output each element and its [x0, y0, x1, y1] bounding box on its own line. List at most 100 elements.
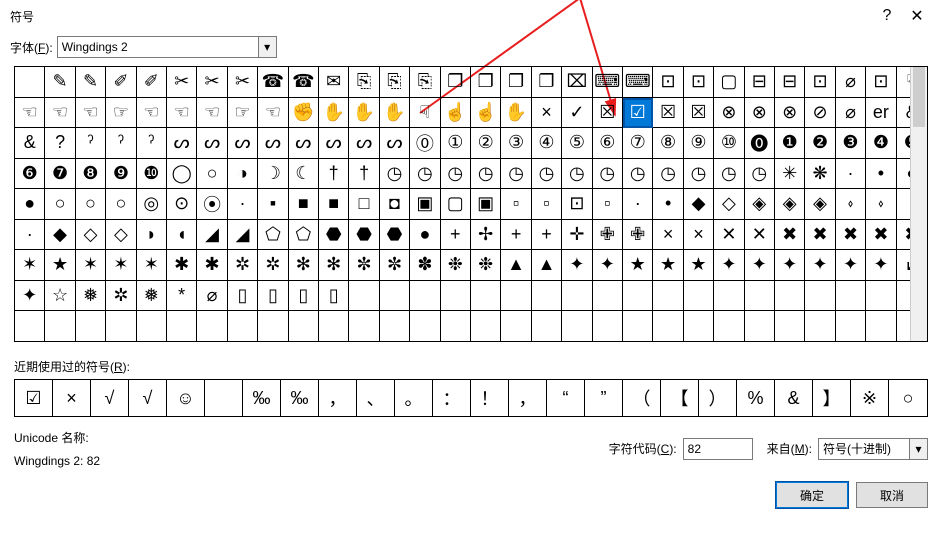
symbol-cell[interactable]: ✻ [319, 250, 349, 281]
symbol-cell[interactable]: ✐ [137, 67, 167, 98]
symbol-cell[interactable]: ✖ [805, 220, 835, 251]
symbol-cell[interactable]: ☆ [45, 281, 75, 312]
symbol-cell[interactable] [197, 311, 227, 342]
recent-symbol-cell[interactable]: & [775, 380, 813, 416]
symbol-cell[interactable]: ◷ [380, 159, 410, 190]
recent-symbol-cell[interactable]: 。 [395, 380, 433, 416]
symbol-cell[interactable]: ✲ [106, 281, 136, 312]
symbol-cell[interactable]: ✦ [775, 250, 805, 281]
symbol-cell[interactable]: ⌀ [836, 98, 866, 129]
symbol-cell[interactable]: ◷ [714, 159, 744, 190]
symbol-cell[interactable]: ◷ [684, 159, 714, 190]
symbol-cell[interactable]: ⬠ [289, 220, 319, 251]
symbol-cell[interactable]: ▣ [410, 189, 440, 220]
symbol-cell[interactable]: ⊘ [805, 98, 835, 129]
symbol-cell[interactable]: ✂ [167, 67, 197, 98]
symbol-cell[interactable] [15, 67, 45, 98]
symbol-cell[interactable]: ⓿ [745, 128, 775, 159]
symbol-cell[interactable]: ▫ [532, 189, 562, 220]
vertical-scrollbar[interactable] [910, 67, 927, 341]
symbol-cell[interactable]: ☝ [471, 98, 501, 129]
symbol-cell[interactable]: ✂ [228, 67, 258, 98]
symbol-cell[interactable] [623, 281, 653, 312]
symbol-cell[interactable]: ⎘ [349, 67, 379, 98]
symbol-cell[interactable]: ▢ [714, 67, 744, 98]
symbol-cell[interactable]: × [532, 98, 562, 129]
symbol-cell[interactable]: ? [45, 128, 75, 159]
charcode-input[interactable]: 82 [683, 438, 753, 460]
symbol-cell[interactable]: ④ [532, 128, 562, 159]
symbol-cell[interactable]: ⊗ [714, 98, 744, 129]
symbol-cell[interactable]: ☒ [653, 98, 683, 129]
symbol-cell[interactable]: ✱ [197, 250, 227, 281]
symbol-cell[interactable] [501, 281, 531, 312]
symbol-cell[interactable] [866, 311, 896, 342]
symbol-cell[interactable]: ◷ [410, 159, 440, 190]
symbol-cell[interactable]: ◈ [805, 189, 835, 220]
symbol-cell[interactable] [562, 281, 592, 312]
symbol-cell[interactable]: ⊡ [562, 189, 592, 220]
symbol-cell[interactable]: ᔕ [380, 128, 410, 159]
symbol-cell[interactable]: ◇ [76, 220, 106, 251]
recent-symbol-cell[interactable]: ‰ [281, 380, 319, 416]
symbol-cell[interactable]: ▪ [258, 189, 288, 220]
symbol-cell[interactable]: ✽ [410, 250, 440, 281]
symbol-cell[interactable]: □ [349, 189, 379, 220]
symbol-cell[interactable]: ◷ [623, 159, 653, 190]
symbol-cell[interactable]: ▫ [593, 189, 623, 220]
symbol-cell[interactable] [380, 281, 410, 312]
symbol-cell[interactable]: ✦ [866, 250, 896, 281]
symbol-cell[interactable]: ▲ [532, 250, 562, 281]
symbol-cell[interactable] [684, 281, 714, 312]
symbol-cell[interactable]: ◢ [197, 220, 227, 251]
symbol-cell[interactable]: ✱ [167, 250, 197, 281]
symbol-cell[interactable] [562, 311, 592, 342]
symbol-cell[interactable]: ◎ [137, 189, 167, 220]
symbol-cell[interactable]: · [836, 159, 866, 190]
symbol-cell[interactable]: ⊗ [745, 98, 775, 129]
symbol-cell[interactable]: ❹ [866, 128, 896, 159]
recent-symbol-cell[interactable] [205, 380, 243, 416]
symbol-cell[interactable]: ▲ [501, 250, 531, 281]
symbol-cell[interactable] [805, 311, 835, 342]
symbol-cell[interactable]: ⑤ [562, 128, 592, 159]
symbol-cell[interactable]: + [501, 220, 531, 251]
symbol-cell[interactable]: ⑦ [623, 128, 653, 159]
symbol-cell[interactable]: ▯ [258, 281, 288, 312]
symbol-cell[interactable]: ◷ [441, 159, 471, 190]
symbol-cell[interactable]: ❅ [137, 281, 167, 312]
symbol-cell[interactable]: ✦ [745, 250, 775, 281]
symbol-cell[interactable]: × [684, 220, 714, 251]
recent-symbol-cell[interactable]: ☺ [167, 380, 205, 416]
symbol-cell[interactable] [805, 281, 835, 312]
symbol-cell[interactable]: ◖ [167, 220, 197, 251]
symbol-cell[interactable]: ✼ [349, 250, 379, 281]
symbol-cell[interactable]: ■ [289, 189, 319, 220]
symbol-cell[interactable]: ◯ [167, 159, 197, 190]
symbol-cell[interactable] [441, 281, 471, 312]
symbol-cell[interactable]: ◆ [684, 189, 714, 220]
symbol-cell[interactable]: ◷ [745, 159, 775, 190]
symbol-cell[interactable] [167, 311, 197, 342]
symbol-cell[interactable] [593, 311, 623, 342]
symbol-cell[interactable]: ★ [45, 250, 75, 281]
symbol-cell[interactable] [228, 311, 258, 342]
symbol-cell[interactable]: ⦿ [197, 189, 227, 220]
symbol-cell[interactable] [289, 311, 319, 342]
symbol-cell[interactable]: ✲ [258, 250, 288, 281]
symbol-cell[interactable]: ✢ [471, 220, 501, 251]
symbol-cell[interactable]: ᔕ [319, 128, 349, 159]
symbol-cell[interactable]: ◈ [745, 189, 775, 220]
symbol-cell[interactable]: ❻ [15, 159, 45, 190]
symbol-cell[interactable]: ☞ [106, 98, 136, 129]
symbol-cell[interactable]: ⊙ [167, 189, 197, 220]
symbol-cell[interactable]: ❐ [471, 67, 501, 98]
symbol-cell[interactable]: ◆ [45, 220, 75, 251]
symbol-cell[interactable]: ☞ [228, 98, 258, 129]
symbol-cell[interactable]: ✦ [562, 250, 592, 281]
symbol-cell[interactable]: ❐ [532, 67, 562, 98]
symbol-cell[interactable] [836, 311, 866, 342]
symbol-cell[interactable]: ○ [76, 189, 106, 220]
symbol-cell[interactable]: ◇ [714, 189, 744, 220]
symbol-cell[interactable]: ◷ [653, 159, 683, 190]
